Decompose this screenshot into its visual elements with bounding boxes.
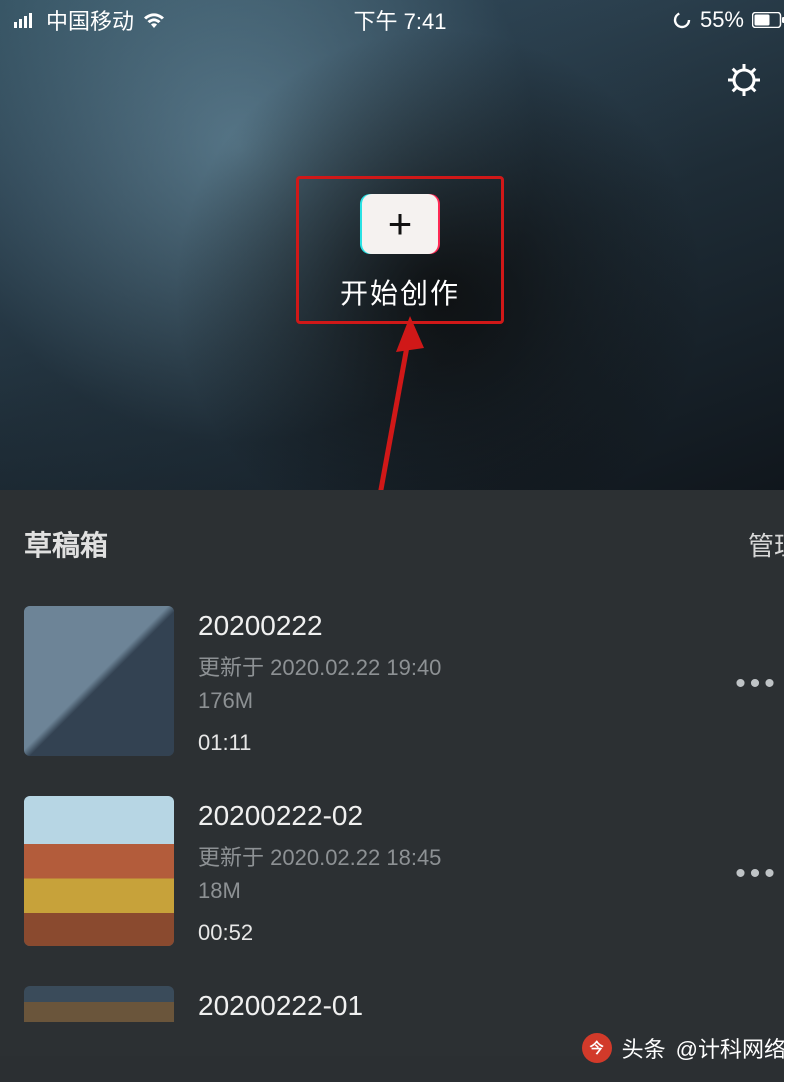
draft-list: 20200222 更新于 2020.02.22 19:40 176M 01:11… bbox=[0, 592, 800, 1056]
start-create-button[interactable]: + bbox=[362, 194, 438, 254]
more-button[interactable]: ••• bbox=[732, 854, 782, 894]
create-block: + 开始创作 bbox=[340, 194, 460, 312]
hero-banner: 中国移动 下午 7:41 55% bbox=[0, 0, 800, 490]
crop-edge bbox=[784, 0, 800, 1082]
wifi-icon bbox=[142, 11, 166, 29]
app-screen: 中国移动 下午 7:41 55% bbox=[0, 0, 800, 1082]
loading-icon bbox=[672, 10, 692, 30]
draft-item[interactable]: 20200222-02 更新于 2020.02.22 18:45 18M 00:… bbox=[24, 782, 800, 972]
gear-icon bbox=[725, 61, 763, 104]
draft-title: 20200222-01 bbox=[198, 990, 800, 1022]
watermark-logo-text: 头条 bbox=[622, 1032, 666, 1064]
battery-icon bbox=[752, 12, 786, 28]
drafts-section: 草稿箱 管理 20200222 更新于 2020.02.22 19:40 176… bbox=[0, 490, 800, 1056]
draft-duration: 01:11 bbox=[198, 730, 800, 756]
watermark: 今 头条 @计科网络 bbox=[568, 1028, 800, 1068]
signal-icon bbox=[14, 12, 38, 28]
draft-meta: 20200222-01 bbox=[198, 986, 800, 1030]
settings-button[interactable] bbox=[722, 60, 766, 104]
watermark-handle: @计科网络 bbox=[676, 1032, 786, 1064]
draft-updated: 更新于 2020.02.22 19:40 bbox=[198, 650, 800, 682]
ellipsis-icon: ••• bbox=[735, 857, 779, 891]
draft-size: 176M bbox=[198, 688, 800, 714]
more-button[interactable]: ••• bbox=[732, 664, 782, 704]
draft-duration: 00:52 bbox=[198, 920, 800, 946]
watermark-logo-icon: 今 bbox=[582, 1033, 612, 1063]
draft-thumbnail bbox=[24, 986, 174, 1022]
status-bar: 中国移动 下午 7:41 55% bbox=[0, 0, 800, 36]
draft-thumbnail bbox=[24, 796, 174, 946]
plus-icon: + bbox=[388, 200, 413, 248]
draft-title: 20200222-02 bbox=[198, 800, 800, 832]
draft-updated: 更新于 2020.02.22 18:45 bbox=[198, 840, 800, 872]
battery-percent: 55% bbox=[700, 7, 744, 33]
drafts-title: 草稿箱 bbox=[24, 524, 108, 564]
status-right: 55% bbox=[672, 7, 786, 33]
draft-meta: 20200222-02 更新于 2020.02.22 18:45 18M 00:… bbox=[198, 796, 800, 946]
annotation-arrow-icon bbox=[350, 310, 490, 490]
draft-item[interactable]: 20200222 更新于 2020.02.22 19:40 176M 01:11… bbox=[24, 592, 800, 782]
status-time: 下午 7:41 bbox=[354, 4, 447, 36]
draft-size: 18M bbox=[198, 878, 800, 904]
draft-meta: 20200222 更新于 2020.02.22 19:40 176M 01:11 bbox=[198, 606, 800, 756]
status-left: 中国移动 bbox=[14, 4, 166, 36]
draft-thumbnail bbox=[24, 606, 174, 756]
start-create-label: 开始创作 bbox=[340, 272, 460, 312]
carrier-label: 中国移动 bbox=[46, 4, 134, 36]
ellipsis-icon: ••• bbox=[735, 667, 779, 701]
draft-title: 20200222 bbox=[198, 610, 800, 642]
drafts-header: 草稿箱 管理 bbox=[0, 490, 800, 592]
